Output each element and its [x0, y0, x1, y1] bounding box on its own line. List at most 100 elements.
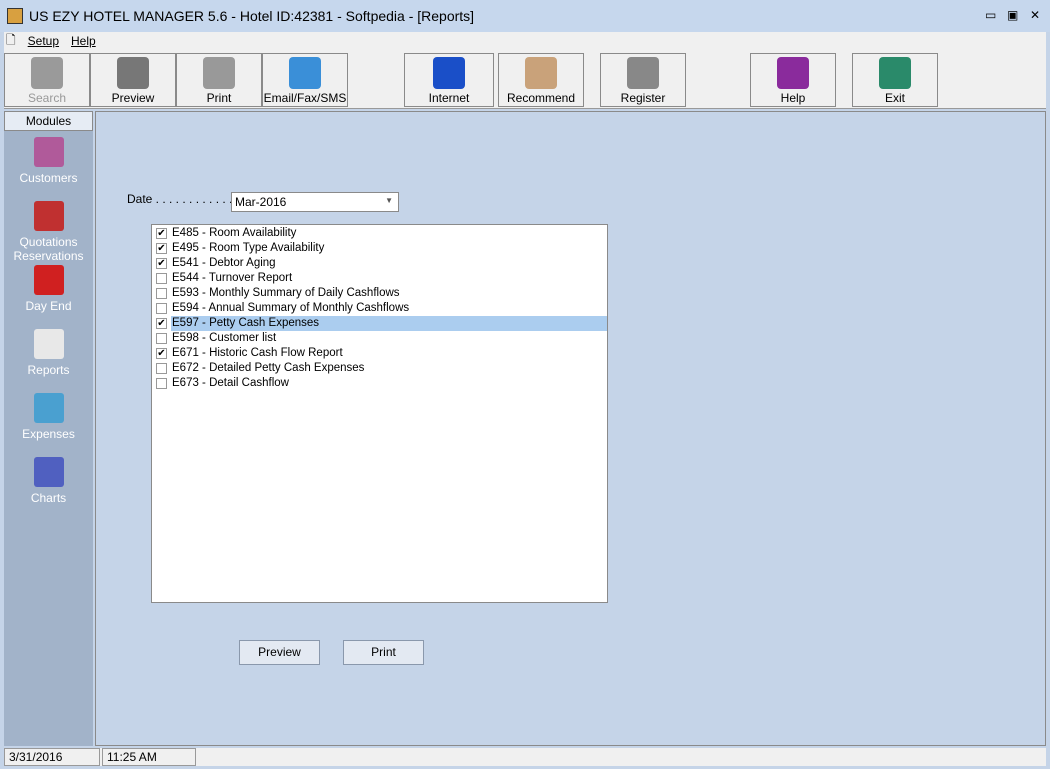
close-button[interactable]: ✕ [1030, 8, 1040, 22]
keys-icon [627, 57, 659, 89]
menu-setup[interactable]: Setup [28, 34, 59, 48]
sidebar-item-day-end[interactable]: Day End [4, 259, 93, 323]
report-label: E593 - Monthly Summary of Daily Cashflow… [172, 287, 400, 299]
toolbar-label: Help [780, 91, 806, 105]
window-title: US EZY HOTEL MANAGER 5.6 - Hotel ID:4238… [29, 8, 475, 24]
help-button[interactable]: Help [750, 53, 836, 107]
report-label: E598 - Customer list [172, 332, 277, 344]
preview-button[interactable]: Preview [239, 640, 320, 665]
sidebar-item-label: Charts [30, 491, 67, 505]
preview-icon [117, 57, 149, 89]
sidebar-item-expenses[interactable]: Expenses [4, 387, 93, 451]
calendar-icon [33, 265, 64, 295]
customers-icon [33, 137, 64, 167]
print-button[interactable]: Print [176, 53, 262, 107]
date-value: Mar-2016 [235, 195, 287, 209]
search-button[interactable]: Search [4, 53, 90, 107]
list-item[interactable]: ✔ E485 - Room Availability [152, 226, 607, 241]
list-item[interactable]: E544 - Turnover Report [152, 271, 607, 286]
list-item[interactable]: E594 - Annual Summary of Monthly Cashflo… [152, 301, 607, 316]
toolbar-label: Register [620, 91, 666, 105]
list-item[interactable]: E673 - Detail Cashflow [152, 376, 607, 391]
help-book-icon [777, 57, 809, 89]
chart-icon [33, 457, 64, 487]
report-label: E597 - Petty Cash Expenses [171, 316, 607, 331]
list-item[interactable]: E593 - Monthly Summary of Daily Cashflow… [152, 286, 607, 301]
toolbar-label: Preview [111, 91, 155, 105]
list-item[interactable]: E598 - Customer list [152, 331, 607, 346]
sidebar-item-label: Quotations Reservations [13, 235, 84, 263]
checkbox[interactable]: ✔ [156, 243, 167, 254]
report-label: E673 - Detail Cashflow [172, 377, 289, 389]
checkbox[interactable]: ✔ [156, 228, 167, 239]
menu-bar: 🗋 Setup Help [4, 32, 1046, 50]
printer-icon [203, 57, 235, 89]
date-select[interactable]: Mar-2016 ▼ [231, 192, 399, 212]
reports-icon [33, 329, 64, 359]
checkbox[interactable] [156, 378, 167, 389]
sidebar-item-label: Customers [19, 171, 78, 185]
status-time: 11:25 AM [102, 748, 196, 766]
report-label: E495 - Room Type Availability [172, 242, 325, 254]
toolbar-label: Internet [428, 91, 470, 105]
binoculars-icon [31, 57, 63, 89]
minimize-button[interactable]: ▭ [985, 8, 996, 22]
checkbox[interactable]: ✔ [156, 318, 167, 329]
document-icon: 🗋 [6, 32, 16, 47]
date-label: Date . . . . . . . . . . . . . . [127, 192, 246, 206]
report-list[interactable]: ✔ E485 - Room Availability ✔ E495 - Room Ty… [151, 224, 608, 603]
checkbox[interactable] [156, 273, 167, 284]
recommend-button[interactable]: Recommend [498, 53, 584, 107]
reservations-icon [33, 201, 64, 231]
exit-button[interactable]: Exit [852, 53, 938, 107]
report-label: E485 - Room Availability [172, 227, 297, 239]
email-fax-sms-button[interactable]: Email/Fax/SMS [262, 53, 348, 107]
print-button[interactable]: Print [343, 640, 424, 665]
sidebar-item-label: Expenses [22, 427, 75, 441]
chevron-down-icon[interactable]: ▼ [385, 196, 393, 205]
report-label: E544 - Turnover Report [172, 272, 293, 284]
report-label: E671 - Historic Cash Flow Report [172, 347, 343, 359]
expenses-icon [33, 393, 64, 423]
sidebar-item-charts[interactable]: Charts [4, 451, 93, 515]
envelope-icon [289, 57, 321, 89]
menu-help[interactable]: Help [71, 34, 96, 48]
toolbar-label: Email/Fax/SMS [263, 91, 347, 105]
sidebar-item-label: Day End [25, 299, 72, 313]
app-icon [7, 8, 23, 24]
register-button[interactable]: Register [600, 53, 686, 107]
list-item[interactable]: ✔ E671 - Historic Cash Flow Report [152, 346, 607, 361]
list-item[interactable]: E672 - Detailed Petty Cash Expenses [152, 361, 607, 376]
modules-sidebar: Modules Customers Quotations Reservations… [4, 111, 93, 746]
sidebar-item-reports[interactable]: Reports [4, 323, 93, 387]
title-bar: US EZY HOTEL MANAGER 5.6 - Hotel ID:4238… [0, 0, 1050, 32]
globe-icon [433, 57, 465, 89]
checkbox[interactable]: ✔ [156, 348, 167, 359]
toolbar-label: Recommend [506, 91, 576, 105]
handshake-icon [525, 57, 557, 89]
sidebar-item-label: Reports [27, 363, 70, 377]
status-bar: 3/31/2016 11:25 AM [4, 748, 1046, 766]
sidebar-item-customers[interactable]: Customers [4, 131, 93, 195]
modules-header: Modules [4, 111, 93, 131]
sidebar-item-quotations-reservations[interactable]: Quotations Reservations [4, 195, 93, 263]
report-label: E594 - Annual Summary of Monthly Cashflo… [172, 302, 410, 314]
checkbox[interactable] [156, 288, 167, 299]
checkbox[interactable]: ✔ [156, 258, 167, 269]
toolbar-label: Print [206, 91, 232, 105]
list-item[interactable]: ✔ E495 - Room Type Availability [152, 241, 607, 256]
status-date: 3/31/2016 [4, 748, 100, 766]
report-label: E541 - Debtor Aging [172, 257, 276, 269]
toolbar: Search Preview Print Email/Fax/SMS Internet R… [4, 50, 1046, 109]
list-item[interactable]: ✔ E541 - Debtor Aging [152, 256, 607, 271]
report-label: E672 - Detailed Petty Cash Expenses [172, 362, 365, 374]
checkbox[interactable] [156, 303, 167, 314]
internet-button[interactable]: Internet [404, 53, 494, 107]
toolbar-label: Exit [884, 91, 905, 105]
preview-button[interactable]: Preview [90, 53, 176, 107]
checkbox[interactable] [156, 333, 167, 344]
checkbox[interactable] [156, 363, 167, 374]
maximize-button[interactable]: ▣ [1007, 8, 1018, 22]
toolbar-label: Search [27, 91, 67, 105]
list-item[interactable]: ✔ E597 - Petty Cash Expenses [152, 316, 607, 331]
